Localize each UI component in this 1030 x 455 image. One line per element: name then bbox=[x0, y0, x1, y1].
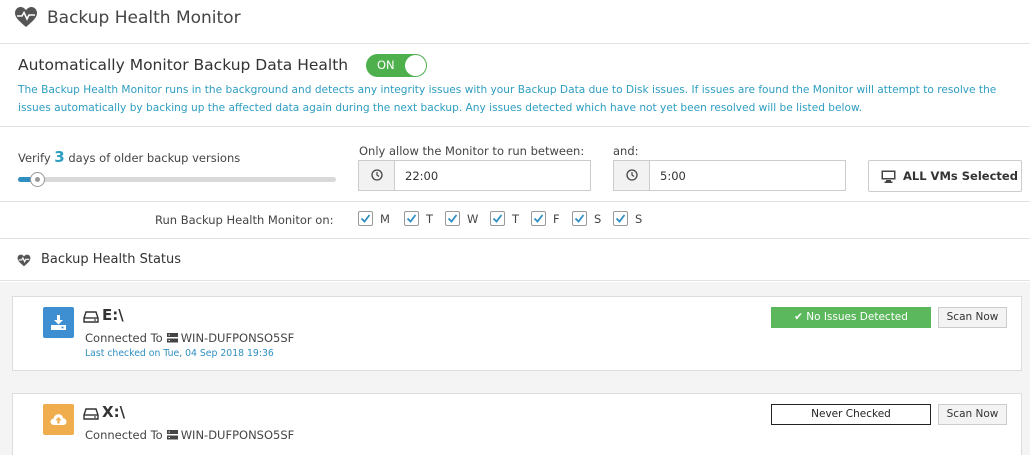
select-vms-label: ALL VMs Selected bbox=[903, 169, 1018, 183]
checkbox[interactable] bbox=[490, 211, 505, 226]
checkbox[interactable] bbox=[358, 211, 373, 226]
connected-prefix: Connected To bbox=[85, 428, 163, 442]
drive-name: E:\ bbox=[102, 306, 124, 324]
end-time-input[interactable]: 5:00 bbox=[613, 160, 846, 191]
select-vms-button[interactable]: ALL VMs Selected bbox=[868, 160, 1022, 192]
scan-now-button[interactable]: Scan Now bbox=[938, 307, 1007, 328]
hard-drive-icon bbox=[83, 408, 99, 420]
scan-now-button[interactable]: Scan Now bbox=[938, 404, 1007, 425]
drive-name: X:\ bbox=[102, 403, 126, 421]
check-icon bbox=[360, 214, 371, 223]
server-icon bbox=[166, 333, 178, 343]
status-title: Backup Health Status bbox=[41, 252, 182, 267]
day-label: T bbox=[512, 212, 520, 226]
connected-to: Connected To WIN-DUFPONSO5SF bbox=[85, 428, 294, 442]
checkbox[interactable] bbox=[404, 211, 419, 226]
run-days-row: Run Backup Health Monitor on: M T W T F … bbox=[0, 203, 1030, 239]
page-title: Backup Health Monitor bbox=[47, 8, 241, 28]
title-bar: Backup Health Monitor bbox=[0, 0, 1030, 44]
drive-status-list: E:\ Connected To WIN-DUFPONSO5SF Last che… bbox=[0, 282, 1030, 455]
run-days-label: Run Backup Health Monitor on: bbox=[155, 213, 334, 227]
auto-monitor-description: The Backup Health Monitor runs in the ba… bbox=[18, 84, 997, 114]
status-badge-label: Never Checked bbox=[811, 408, 891, 420]
connected-prefix: Connected To bbox=[85, 331, 163, 345]
auto-monitor-section: Automatically Monitor Backup Data Health… bbox=[0, 45, 1030, 127]
status-badge: Never Checked bbox=[771, 404, 931, 425]
connected-to: Connected To WIN-DUFPONSO5SF bbox=[85, 331, 294, 345]
heart-pulse-icon bbox=[17, 254, 31, 267]
clock-icon[interactable] bbox=[614, 161, 650, 190]
server-name: WIN-DUFPONSO5SF bbox=[180, 428, 295, 442]
drive-type-badge bbox=[43, 404, 74, 435]
drive-type-badge bbox=[43, 307, 74, 338]
run-between-label: Only allow the Monitor to run between: bbox=[359, 144, 585, 158]
toggle-knob bbox=[405, 55, 426, 76]
checkbox[interactable] bbox=[531, 211, 546, 226]
verify-prefix: Verify bbox=[18, 151, 51, 165]
toggle-label: ON bbox=[377, 58, 395, 72]
status-badge: ✔ No Issues Detected bbox=[771, 307, 931, 328]
checkbox[interactable] bbox=[572, 211, 587, 226]
last-checked: Last checked on Tue, 04 Sep 2018 19:36 bbox=[85, 348, 274, 359]
day-label: F bbox=[553, 212, 560, 226]
status-badge-label: No Issues Detected bbox=[806, 311, 908, 323]
cloud-upload-icon bbox=[50, 414, 67, 425]
check-icon bbox=[615, 214, 626, 223]
verify-days-slider[interactable] bbox=[18, 172, 336, 187]
clock-icon[interactable] bbox=[359, 161, 395, 190]
day-label: S bbox=[594, 212, 602, 226]
check-icon: ✔ bbox=[794, 311, 803, 323]
and-label: and: bbox=[613, 144, 639, 158]
heart-pulse-icon bbox=[15, 7, 37, 27]
settings-section: Verify 3 days of older backup versions O… bbox=[0, 128, 1030, 202]
verify-days-value: 3 bbox=[54, 148, 65, 166]
check-icon bbox=[406, 214, 417, 223]
check-icon bbox=[447, 214, 458, 223]
download-icon bbox=[51, 315, 66, 330]
checkbox[interactable] bbox=[613, 211, 628, 226]
server-name: WIN-DUFPONSO5SF bbox=[180, 331, 295, 345]
server-icon bbox=[166, 430, 178, 440]
check-icon bbox=[533, 214, 544, 223]
start-time-input[interactable]: 22:00 bbox=[358, 160, 591, 191]
drive-card: E:\ Connected To WIN-DUFPONSO5SF Last che… bbox=[12, 296, 1022, 371]
auto-monitor-title: Automatically Monitor Backup Data Health bbox=[18, 56, 349, 74]
end-time-value: 5:00 bbox=[660, 169, 686, 183]
monitor-icon bbox=[881, 170, 896, 183]
drive-card: X:\ Connected To WIN-DUFPONSO5SF Never Ch… bbox=[12, 393, 1022, 455]
check-icon bbox=[492, 214, 503, 223]
day-label: W bbox=[467, 212, 479, 226]
check-icon bbox=[574, 214, 585, 223]
day-label: T bbox=[426, 212, 434, 226]
verify-label: Verify 3 days of older backup versions bbox=[18, 148, 240, 166]
checkbox[interactable] bbox=[445, 211, 460, 226]
auto-monitor-toggle[interactable]: ON bbox=[366, 54, 427, 77]
day-label: M bbox=[380, 212, 390, 226]
start-time-value: 22:00 bbox=[405, 169, 439, 183]
hard-drive-icon bbox=[83, 311, 99, 323]
verify-suffix: days of older backup versions bbox=[68, 151, 241, 165]
slider-handle[interactable] bbox=[30, 172, 46, 187]
status-header: Backup Health Status bbox=[0, 240, 1030, 281]
day-label: S bbox=[635, 212, 643, 226]
